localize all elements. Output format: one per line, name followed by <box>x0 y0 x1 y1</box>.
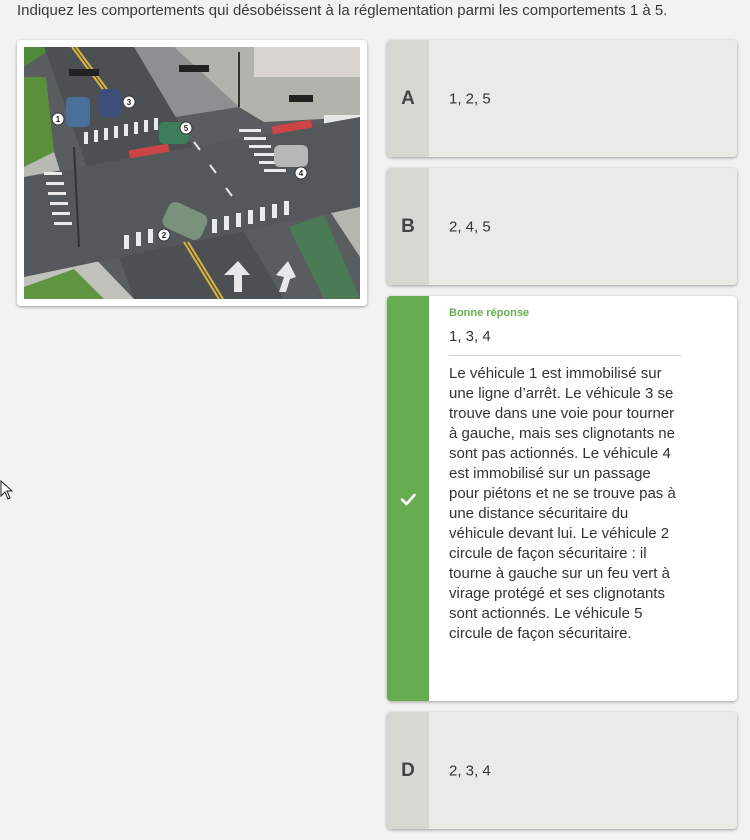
vehicle-1 <box>66 97 90 127</box>
answer-value: 1, 2, 5 <box>449 90 491 107</box>
answer-value: 2, 4, 5 <box>449 218 491 235</box>
answer-option-a[interactable]: A 1, 2, 5 <box>387 40 737 157</box>
answer-letter: A <box>401 87 415 109</box>
correct-answer-content: Bonne réponse 1, 3, 4 Le véhicule 1 est … <box>449 306 681 644</box>
vehicle-label-1: 1 <box>56 115 61 124</box>
answer-letter-column: D <box>387 712 429 829</box>
answer-letter: D <box>401 759 415 781</box>
correct-answer-tag: Bonne réponse <box>449 307 530 319</box>
mouse-cursor-icon <box>0 480 14 500</box>
vehicle-4 <box>274 145 308 167</box>
vehicle-label-3: 3 <box>127 98 132 107</box>
answer-option-c[interactable]: Bonne réponse 1, 3, 4 Le véhicule 1 est … <box>387 296 737 701</box>
answer-option-b[interactable]: B 2, 4, 5 <box>387 168 737 285</box>
answer-letter-column: B <box>387 168 429 285</box>
check-icon <box>400 493 416 505</box>
question-text: Indiquez les comportements qui désobéiss… <box>17 2 668 19</box>
answer-option-d[interactable]: D 2, 3, 4 <box>387 712 737 829</box>
answer-value: 1, 3, 4 <box>449 328 681 356</box>
question-image-card: 1 3 5 4 2 <box>17 40 367 306</box>
vehicle-label-4: 4 <box>299 169 304 178</box>
answer-value: 2, 3, 4 <box>449 762 491 779</box>
vehicle-label-2: 2 <box>162 231 167 240</box>
intersection-illustration: 1 3 5 4 2 <box>24 47 360 299</box>
answer-letter-column: A <box>387 40 429 157</box>
answer-status-column <box>387 296 429 701</box>
vehicle-label-5: 5 <box>184 124 189 133</box>
answer-explanation: Le véhicule 1 est immobilisé sur une lig… <box>449 365 676 642</box>
vehicle-3 <box>99 89 121 117</box>
answer-letter: B <box>401 215 415 237</box>
